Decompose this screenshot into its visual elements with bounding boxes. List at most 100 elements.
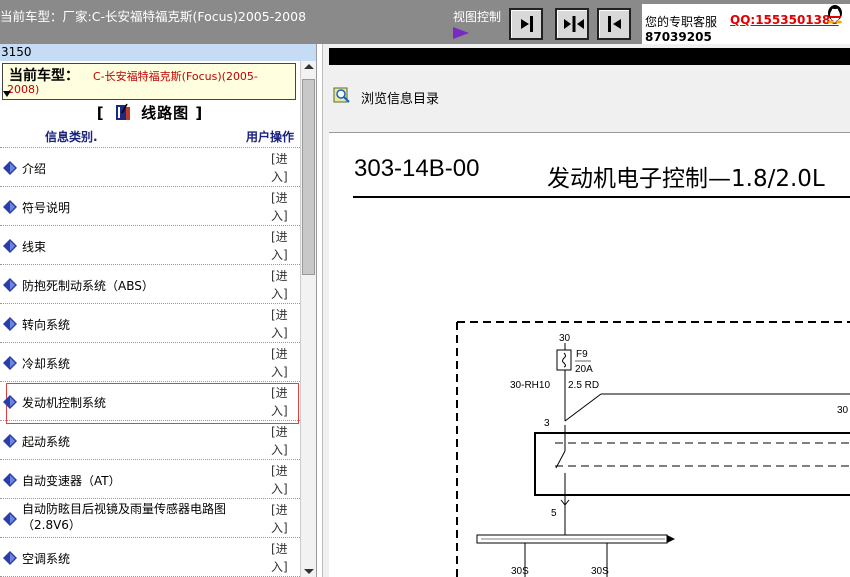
- sidebar-code: 3150: [0, 44, 316, 61]
- wiring-book-icon: [115, 103, 130, 120]
- customer-service-box: 您的专职客服 QQ:1553501388 87039205: [642, 4, 850, 44]
- fuse-label: F9: [576, 349, 588, 360]
- list-item[interactable]: 自动变速器（AT） [进入]: [0, 460, 300, 499]
- view-button-expand-right[interactable]: [509, 8, 543, 40]
- browse-directory-link[interactable]: 浏览信息目录: [361, 88, 439, 107]
- enter-link-line1[interactable]: [进: [271, 308, 288, 322]
- enter-link[interactable]: [进入]: [271, 150, 295, 186]
- fuse-rating-label: 20A: [575, 364, 593, 375]
- enter-link-line1[interactable]: [进: [271, 503, 288, 517]
- enter-link[interactable]: [进入]: [271, 267, 295, 303]
- content-toolbar: 浏览信息目录: [323, 80, 850, 110]
- list-item[interactable]: 自动防眩目后视镜及雨量传感器电路图（2.8V6） [进入]: [0, 499, 300, 538]
- section-title-text: 线路图: [141, 104, 190, 122]
- list-item-label[interactable]: 介绍: [22, 160, 46, 177]
- document-view: 303-14B-00 发动机电子控制—1.8/2.0L 30 F9 20A 30…: [329, 132, 850, 577]
- content-title-bar: [329, 48, 850, 65]
- wire-id-label: 30-RH10: [510, 380, 550, 391]
- list-item-label[interactable]: 起动系统: [22, 433, 70, 450]
- enter-link[interactable]: [进入]: [271, 189, 295, 225]
- bus-label-1: 30S: [511, 566, 529, 577]
- diamond-icon: [3, 551, 17, 565]
- list-item[interactable]: 转向系统 [进入]: [0, 304, 300, 343]
- enter-link[interactable]: [进入]: [271, 306, 295, 342]
- diamond-icon: [3, 395, 17, 409]
- pin30-top-label: 30: [559, 333, 571, 344]
- list-item-label[interactable]: 发动机控制系统: [22, 394, 106, 411]
- list-item[interactable]: 起动系统 [进入]: [0, 421, 300, 460]
- list-item-label[interactable]: 符号说明: [22, 199, 70, 216]
- list-item[interactable]: 空调系统 [进入]: [0, 538, 300, 577]
- list-item-label[interactable]: 自动变速器（AT）: [22, 472, 121, 489]
- enter-link-line2[interactable]: 入]: [271, 560, 288, 574]
- enter-link-line2[interactable]: 入]: [271, 443, 288, 457]
- list-item-label[interactable]: 防抱死制动系统（ABS）: [22, 277, 154, 294]
- enter-link-line2[interactable]: 入]: [271, 521, 288, 535]
- enter-link[interactable]: [进入]: [271, 228, 295, 264]
- diamond-icon: [3, 239, 17, 253]
- diamond-icon: [3, 200, 17, 214]
- enter-link[interactable]: [进入]: [271, 462, 295, 498]
- enter-link[interactable]: [进入]: [271, 384, 295, 420]
- service-qq-link[interactable]: QQ:1553501388: [730, 13, 839, 27]
- enter-link[interactable]: [进入]: [271, 540, 295, 576]
- enter-link-line1[interactable]: [进: [271, 425, 288, 439]
- list-item-label[interactable]: 转向系统: [22, 316, 70, 333]
- pin30-right-label: 30: [837, 405, 849, 416]
- enter-link[interactable]: [进入]: [271, 345, 295, 381]
- header-action: 用户操作: [246, 130, 295, 144]
- service-label: 您的专职客服: [645, 15, 718, 29]
- diamond-icon: [3, 473, 17, 487]
- list-item[interactable]: 发动机控制系统 [进入]: [0, 382, 300, 424]
- diamond-icon: [3, 278, 17, 292]
- scroll-down-icon[interactable]: [304, 569, 314, 574]
- enter-link[interactable]: [进入]: [271, 501, 295, 537]
- category-list: 介绍 [进 入] 符号说明 [进 入] 线束 [进 入] 防抱死制动系统（ABS） [进 入] 转向系统…: [0, 148, 300, 577]
- caret-down-icon: [3, 91, 11, 97]
- list-item-label[interactable]: 冷却系统: [22, 355, 70, 372]
- current-car-title: 当前车型：厂家:C-长安福特福克斯(Focus)2005-2008: [0, 9, 307, 24]
- list-item[interactable]: 介绍 [进入]: [0, 148, 300, 187]
- enter-link-line2[interactable]: 入]: [271, 482, 288, 496]
- view-button-split[interactable]: [555, 8, 589, 40]
- qq-penguin-icon[interactable]: [826, 4, 844, 24]
- model-label: 当前车型：: [9, 68, 79, 84]
- enter-link[interactable]: [进入]: [271, 423, 295, 459]
- enter-link-line1[interactable]: [进: [271, 230, 288, 244]
- view-control-label: 视图控制: [453, 10, 502, 24]
- enter-link-line2[interactable]: 入]: [271, 248, 288, 262]
- list-item-label[interactable]: 空调系统: [22, 550, 70, 567]
- view-control-arrow-icon: [453, 27, 469, 39]
- enter-link-line1[interactable]: [进: [271, 191, 288, 205]
- split-arrows-icon: [564, 16, 584, 32]
- sidebar-panel: 3150 当前车型： C-长安福特福克斯(Focus)(2005- 2008) …: [0, 44, 317, 577]
- enter-link-line1[interactable]: [进: [271, 347, 288, 361]
- enter-link-line1[interactable]: [进: [271, 386, 288, 400]
- view-button-expand-left[interactable]: [597, 8, 631, 40]
- list-item[interactable]: 冷却系统 [进入]: [0, 343, 300, 382]
- enter-link-line2[interactable]: 入]: [271, 365, 288, 379]
- list-item[interactable]: 防抱死制动系统（ABS） [进入]: [0, 265, 300, 304]
- enter-link-line1[interactable]: [进: [271, 464, 288, 478]
- scroll-up-icon[interactable]: [304, 64, 314, 69]
- wiring-diagram: 30 F9 20A 30-RH10 2.5 RD 3 30 5 30S 30S: [456, 321, 850, 577]
- enter-link-line1[interactable]: [进: [271, 152, 288, 166]
- enter-link-line2[interactable]: 入]: [271, 209, 288, 223]
- sidebar-scrollbar[interactable]: [300, 61, 316, 577]
- list-item-label[interactable]: 自动防眩目后视镜及雨量传感器电路图（2.8V6）: [22, 501, 272, 533]
- scroll-thumb[interactable]: [302, 79, 315, 275]
- list-item[interactable]: 符号说明 [进入]: [0, 187, 300, 226]
- enter-link-line2[interactable]: 入]: [271, 170, 288, 184]
- magnifier-book-icon[interactable]: [333, 86, 351, 104]
- arrow-left-icon: [608, 16, 621, 32]
- enter-link-line2[interactable]: 入]: [271, 326, 288, 340]
- enter-link-line1[interactable]: [进: [271, 542, 288, 556]
- enter-link-line2[interactable]: 入]: [271, 404, 288, 418]
- list-header: 信息类别. 用户操作: [0, 128, 300, 148]
- diamond-icon: [3, 434, 17, 448]
- list-item[interactable]: 线束 [进入]: [0, 226, 300, 265]
- section-bracket-right: ]: [195, 104, 204, 122]
- list-item-label[interactable]: 线束: [22, 238, 46, 255]
- enter-link-line2[interactable]: 入]: [271, 287, 288, 301]
- enter-link-line1[interactable]: [进: [271, 269, 288, 283]
